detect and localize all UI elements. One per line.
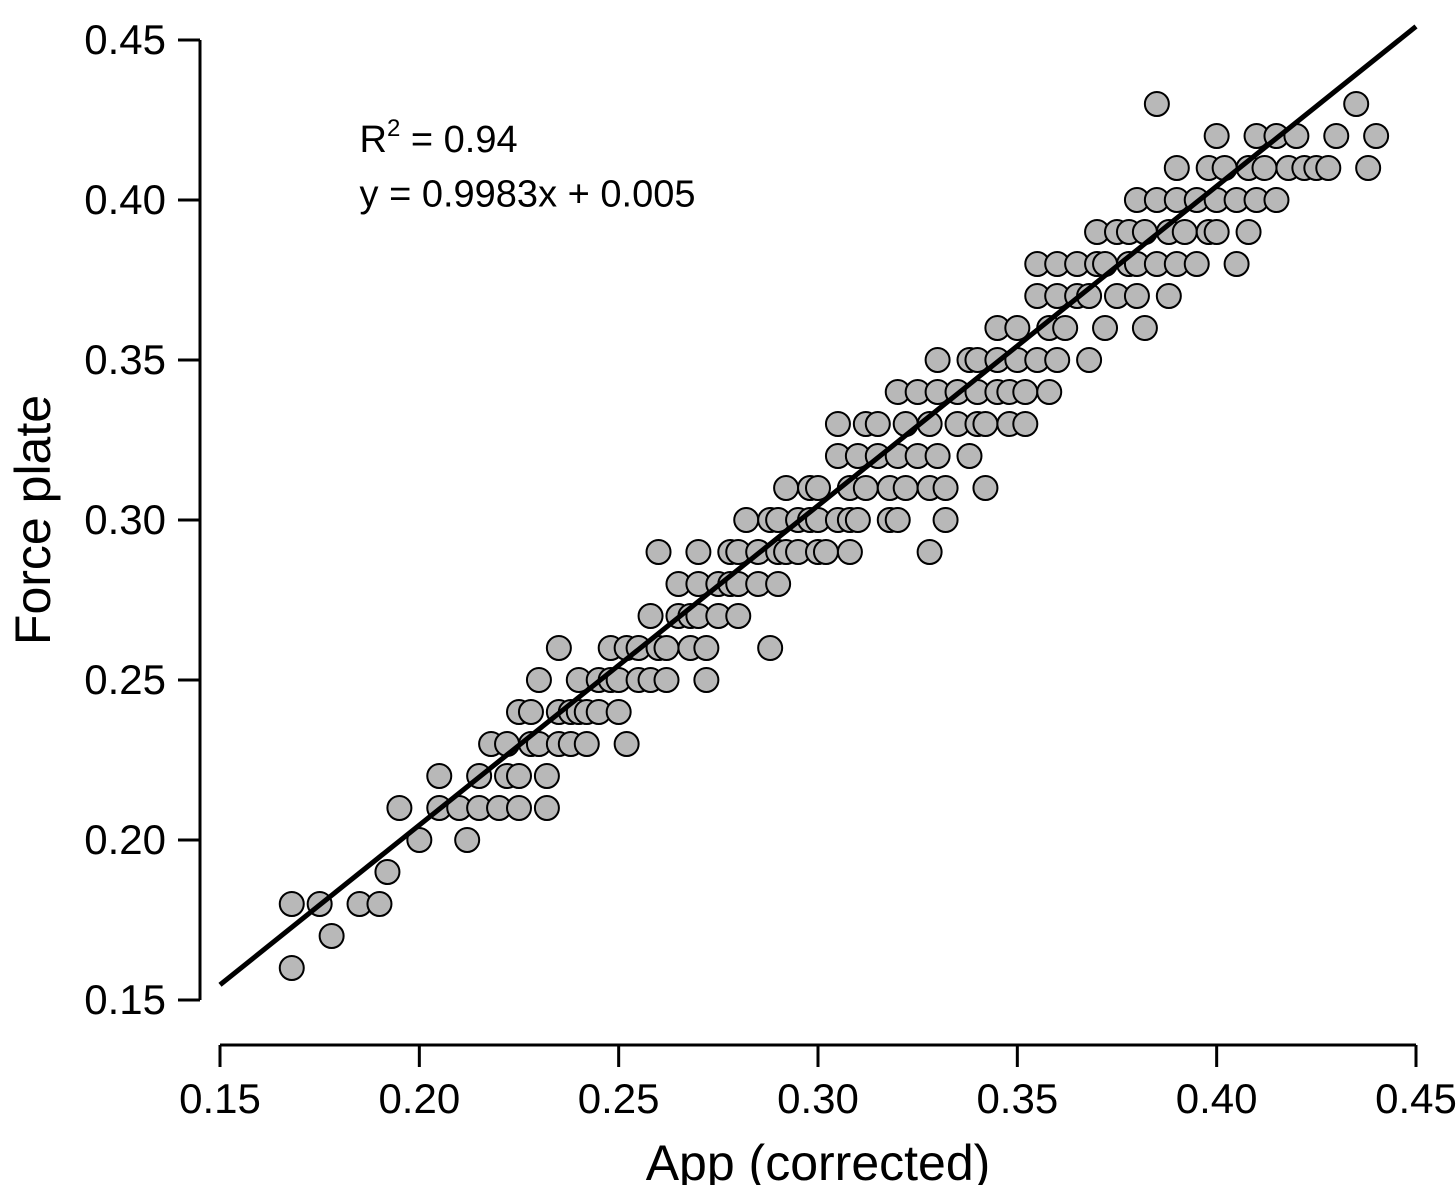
data-point xyxy=(973,412,997,436)
data-point xyxy=(655,668,679,692)
data-point xyxy=(926,444,950,468)
data-point xyxy=(647,540,671,564)
data-point xyxy=(926,348,950,372)
data-point xyxy=(519,700,543,724)
y-tick-label: 0.30 xyxy=(84,496,166,543)
r-squared-annotation: R2 = 0.94 xyxy=(360,115,518,161)
data-point xyxy=(1205,220,1229,244)
data-point xyxy=(726,604,750,628)
data-point xyxy=(1133,220,1157,244)
data-point xyxy=(838,540,862,564)
data-point xyxy=(1173,220,1197,244)
x-axis-label: App (corrected) xyxy=(646,1135,991,1185)
data-point xyxy=(1013,380,1037,404)
y-axis: 0.15 0.20 0.25 0.30 0.35 0.40 0.45 xyxy=(84,16,200,1023)
equation-annotation: y = 0.9983x + 0.005 xyxy=(360,173,696,215)
data-point xyxy=(1324,124,1348,148)
data-point xyxy=(1125,284,1149,308)
y-tick-label: 0.45 xyxy=(84,16,166,63)
data-point xyxy=(894,476,918,500)
data-point xyxy=(814,540,838,564)
data-point xyxy=(854,476,878,500)
data-point xyxy=(1013,412,1037,436)
data-point xyxy=(694,668,718,692)
x-tick-label: 0.15 xyxy=(179,1075,261,1122)
x-tick-label: 0.40 xyxy=(1176,1075,1258,1122)
data-point xyxy=(694,636,718,660)
data-point xyxy=(639,604,663,628)
x-axis: 0.15 0.20 0.25 0.30 0.35 0.40 0.45 xyxy=(179,1045,1456,1122)
data-point xyxy=(427,764,451,788)
data-point xyxy=(1093,316,1117,340)
scatter-chart: 0.15 0.20 0.25 0.30 0.35 0.40 0.45 0.15 0.20 0.2… xyxy=(0,0,1456,1185)
data-point xyxy=(918,540,942,564)
data-point xyxy=(826,412,850,436)
data-point xyxy=(886,508,910,532)
data-point xyxy=(1045,348,1069,372)
data-point xyxy=(1185,252,1209,276)
data-point xyxy=(1225,252,1249,276)
data-point xyxy=(934,476,958,500)
y-tick-label: 0.40 xyxy=(84,176,166,223)
data-point xyxy=(575,732,599,756)
data-point xyxy=(655,636,679,660)
data-point xyxy=(280,892,304,916)
data-point xyxy=(535,796,559,820)
x-tick-label: 0.25 xyxy=(578,1075,660,1122)
x-tick-label: 0.35 xyxy=(976,1075,1058,1122)
data-point xyxy=(1356,156,1380,180)
data-point xyxy=(1364,124,1388,148)
data-point xyxy=(758,636,782,660)
data-point xyxy=(607,700,631,724)
data-point xyxy=(615,732,639,756)
data-point xyxy=(1165,156,1189,180)
data-point xyxy=(1253,156,1277,180)
data-point xyxy=(1213,156,1237,180)
data-point xyxy=(1264,188,1288,212)
data-point xyxy=(1237,220,1261,244)
data-point xyxy=(535,764,559,788)
data-point xyxy=(973,476,997,500)
data-point xyxy=(547,636,571,660)
data-point xyxy=(375,860,399,884)
data-point xyxy=(1316,156,1340,180)
data-point xyxy=(1093,252,1117,276)
data-point xyxy=(527,668,551,692)
data-point xyxy=(766,572,790,596)
data-point xyxy=(1344,92,1368,116)
data-point xyxy=(1053,316,1077,340)
data-point xyxy=(455,828,479,852)
y-axis-label: Force plate xyxy=(5,395,61,645)
data-point xyxy=(734,508,758,532)
y-tick-label: 0.15 xyxy=(84,976,166,1023)
y-tick-label: 0.20 xyxy=(84,816,166,863)
data-point xyxy=(1133,316,1157,340)
data-point xyxy=(320,924,344,948)
data-point xyxy=(1077,348,1101,372)
data-point xyxy=(507,764,531,788)
regression-line xyxy=(220,26,1416,984)
data-point xyxy=(280,956,304,980)
data-point xyxy=(934,508,958,532)
x-tick-label: 0.30 xyxy=(777,1075,859,1122)
x-tick-label: 0.20 xyxy=(378,1075,460,1122)
data-point xyxy=(846,508,870,532)
y-tick-label: 0.35 xyxy=(84,336,166,383)
data-point xyxy=(866,412,890,436)
data-point xyxy=(387,796,411,820)
data-point xyxy=(957,444,981,468)
y-tick-label: 0.25 xyxy=(84,656,166,703)
data-point xyxy=(1205,124,1229,148)
data-point xyxy=(367,892,391,916)
data-point xyxy=(1157,284,1181,308)
data-point xyxy=(1037,380,1061,404)
data-point xyxy=(507,796,531,820)
data-point xyxy=(774,476,798,500)
data-point xyxy=(1145,92,1169,116)
data-point xyxy=(686,540,710,564)
x-tick-label: 0.45 xyxy=(1375,1075,1456,1122)
